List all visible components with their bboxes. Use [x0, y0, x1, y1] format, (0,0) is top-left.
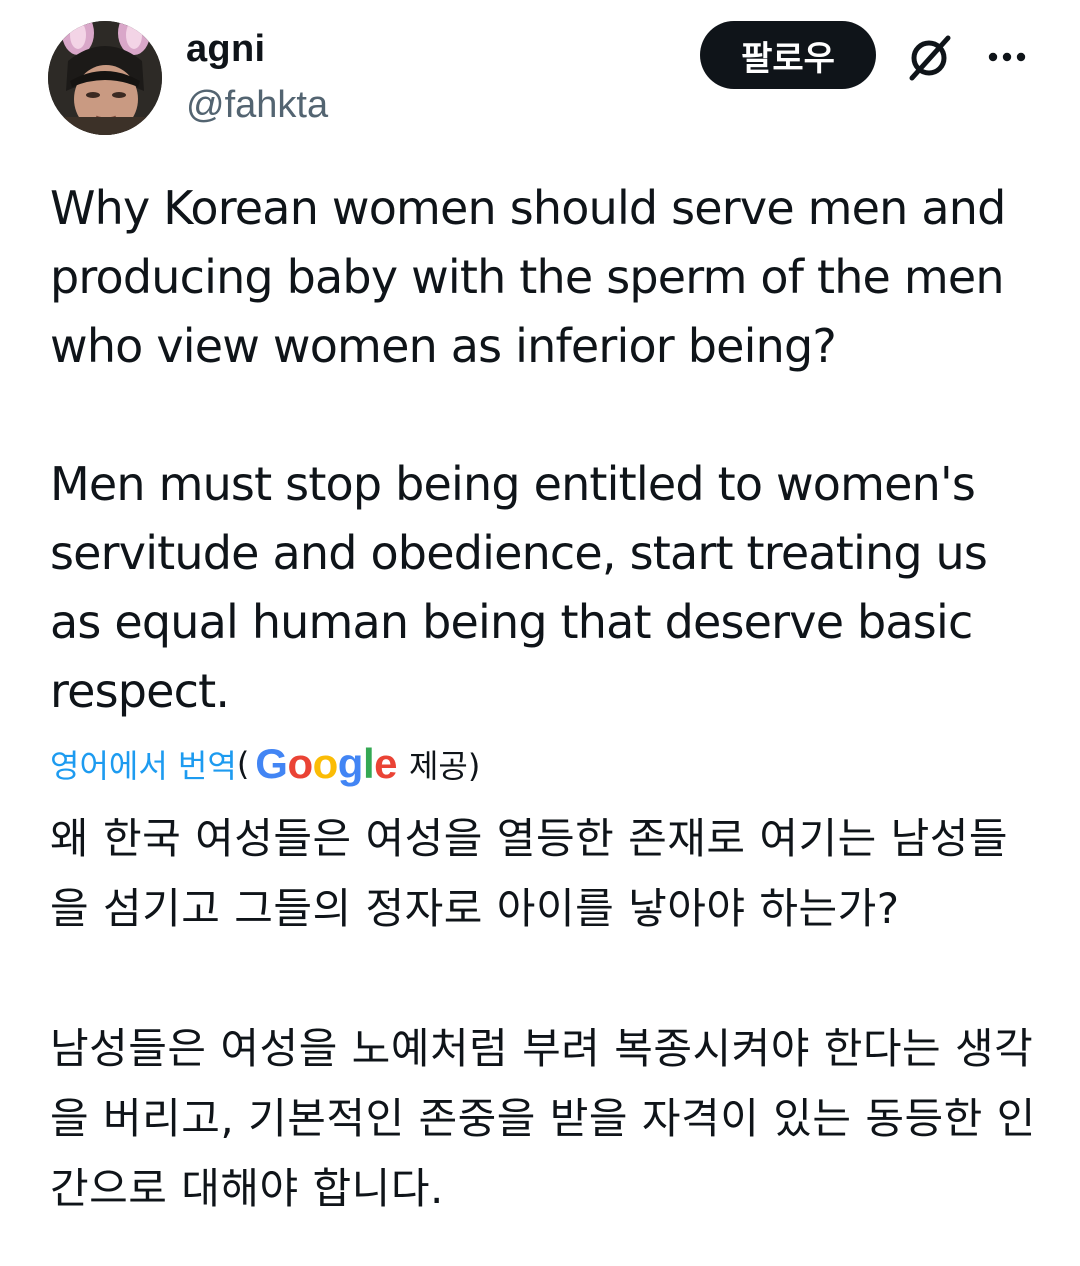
- provided-by-label: 제공): [408, 747, 481, 785]
- author-display-name[interactable]: agni: [186, 26, 265, 72]
- open-paren: (: [236, 745, 250, 783]
- translated-paragraph: 왜 한국 여성들은 여성을 열등한 존재로 여기는 남성들을 섬기고 그들의 정…: [50, 814, 1009, 933]
- tweet-paragraph: Why Korean women should serve men and pr…: [50, 181, 1006, 373]
- tweet-header: agni @fahkta 팔로우: [0, 0, 1080, 150]
- follow-button[interactable]: 팔로우: [700, 21, 876, 89]
- translated-text: 왜 한국 여성들은 여성을 열등한 존재로 여기는 남성들을 섬기고 그들의 정…: [50, 804, 1040, 1224]
- avatar[interactable]: [48, 21, 162, 135]
- tweet-paragraph: Men must stop being entitled to women's …: [50, 457, 988, 718]
- tweet-text: Why Korean women should serve men and pr…: [50, 174, 1040, 726]
- google-logo-icon: Google: [255, 740, 397, 787]
- translated-paragraph: 남성들은 여성을 노예처럼 부려 복종시켜야 한다는 생각을 버리고, 기본적인…: [50, 1024, 1036, 1213]
- author-handle[interactable]: @fahkta: [186, 82, 328, 128]
- grok-icon[interactable]: [900, 28, 958, 86]
- more-icon[interactable]: [982, 28, 1032, 86]
- translated-from-link[interactable]: 영어에서 번역: [50, 741, 237, 787]
- translation-attribution: 영어에서 번역 ( Google 제공): [50, 736, 480, 792]
- avatar-image: [48, 21, 162, 135]
